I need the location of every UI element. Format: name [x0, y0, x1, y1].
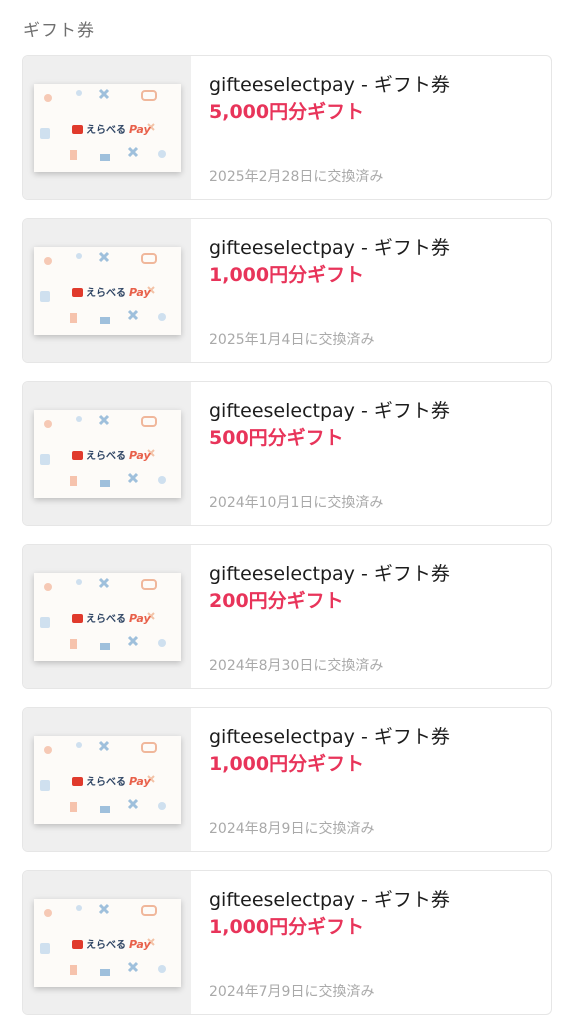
gift-exchange-date: 2025年2月28日に交換済み [209, 169, 384, 185]
gift-card-image: えらべる Pay [34, 899, 181, 987]
erabepay-logo: えらべる Pay [72, 121, 151, 136]
erabepay-logo: えらべる Pay [72, 610, 151, 625]
gift-card-list-page: ギフト券 えらべる Pay gifteeselectpay - ギフト券 5,0… [0, 0, 574, 1024]
gift-card-image: えらべる Pay [34, 410, 181, 498]
gift-thumbnail-area: えらべる Pay [23, 56, 191, 199]
gift-amount: 1,000円分ギフト [209, 264, 365, 286]
gift-thumbnail-area: えらべる Pay [23, 708, 191, 851]
gift-title: gifteeselectpay - ギフト券 [209, 237, 450, 259]
gift-amount: 500円分ギフト [209, 427, 344, 449]
wallet-icon [72, 451, 83, 460]
wallet-icon [72, 940, 83, 949]
wallet-icon [72, 614, 83, 623]
gift-card-image: えらべる Pay [34, 247, 181, 335]
gift-title: gifteeselectpay - ギフト券 [209, 889, 450, 911]
gift-card-image: えらべる Pay [34, 84, 181, 172]
gift-card-item[interactable]: えらべる Pay gifteeselectpay - ギフト券 500円分ギフト … [22, 381, 552, 526]
gift-card-item[interactable]: えらべる Pay gifteeselectpay - ギフト券 1,000円分ギフ… [22, 870, 552, 1015]
gift-amount: 1,000円分ギフト [209, 753, 365, 775]
gift-card-item[interactable]: えらべる Pay gifteeselectpay - ギフト券 5,000円分ギフ… [22, 55, 552, 200]
gift-card-image: えらべる Pay [34, 573, 181, 661]
gift-title: gifteeselectpay - ギフト券 [209, 400, 450, 422]
gift-exchange-date: 2025年1月4日に交換済み [209, 332, 375, 348]
gift-card-item[interactable]: えらべる Pay gifteeselectpay - ギフト券 200円分ギフト … [22, 544, 552, 689]
erabepay-logo: えらべる Pay [72, 447, 151, 462]
gift-exchange-date: 2024年8月30日に交換済み [209, 658, 384, 674]
gift-exchange-date: 2024年8月9日に交換済み [209, 821, 375, 837]
gift-card-item[interactable]: えらべる Pay gifteeselectpay - ギフト券 1,000円分ギフ… [22, 218, 552, 363]
gift-exchange-date: 2024年10月1日に交換済み [209, 495, 384, 511]
gift-info: gifteeselectpay - ギフト券 5,000円分ギフト 2025年2… [209, 56, 539, 199]
gift-title: gifteeselectpay - ギフト券 [209, 726, 450, 748]
erabepay-logo: えらべる Pay [72, 773, 151, 788]
gift-amount: 1,000円分ギフト [209, 916, 365, 938]
gift-card-image: えらべる Pay [34, 736, 181, 824]
gift-info: gifteeselectpay - ギフト券 1,000円分ギフト 2024年8… [209, 708, 539, 851]
gift-info: gifteeselectpay - ギフト券 1,000円分ギフト 2024年7… [209, 871, 539, 1014]
gift-thumbnail-area: えらべる Pay [23, 545, 191, 688]
gift-thumbnail-area: えらべる Pay [23, 871, 191, 1014]
wallet-icon [72, 288, 83, 297]
erabepay-logo: えらべる Pay [72, 284, 151, 299]
erabepay-logo: えらべる Pay [72, 936, 151, 951]
gift-thumbnail-area: えらべる Pay [23, 382, 191, 525]
gift-exchange-date: 2024年7月9日に交換済み [209, 984, 375, 1000]
gift-info: gifteeselectpay - ギフト券 1,000円分ギフト 2025年1… [209, 219, 539, 362]
gift-info: gifteeselectpay - ギフト券 200円分ギフト 2024年8月3… [209, 545, 539, 688]
section-title: ギフト券 [23, 21, 95, 41]
wallet-icon [72, 777, 83, 786]
gift-amount: 5,000円分ギフト [209, 101, 365, 123]
wallet-icon [72, 125, 83, 134]
gift-card-item[interactable]: えらべる Pay gifteeselectpay - ギフト券 1,000円分ギフ… [22, 707, 552, 852]
gift-amount: 200円分ギフト [209, 590, 344, 612]
gift-thumbnail-area: えらべる Pay [23, 219, 191, 362]
gift-title: gifteeselectpay - ギフト券 [209, 74, 450, 96]
gift-info: gifteeselectpay - ギフト券 500円分ギフト 2024年10月… [209, 382, 539, 525]
gift-title: gifteeselectpay - ギフト券 [209, 563, 450, 585]
